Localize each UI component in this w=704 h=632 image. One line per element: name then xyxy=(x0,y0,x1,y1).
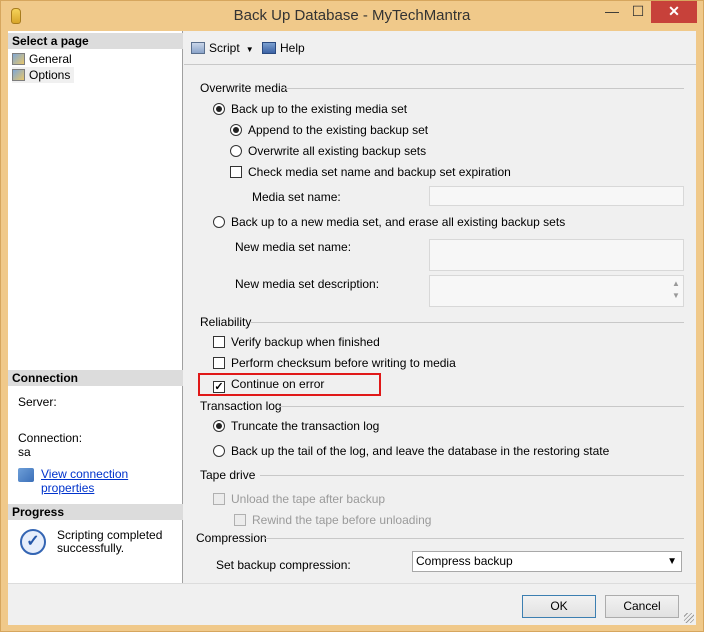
radio-label: Overwrite all existing backup sets xyxy=(248,144,427,158)
divider xyxy=(250,322,684,323)
new-media-set-name-input[interactable] xyxy=(429,239,684,271)
server-label: Server: xyxy=(18,395,57,409)
checkbox-label: Perform checksum before writing to media xyxy=(231,356,456,370)
progress-header: Progress xyxy=(8,504,183,520)
checkbox-label: Rewind the tape before unloading xyxy=(252,513,432,527)
page-options[interactable]: Options xyxy=(12,67,74,83)
dialog-client: Select a page General Options Connection… xyxy=(8,31,696,625)
radio-truncate-log[interactable]: Truncate the transaction log xyxy=(213,418,379,434)
checkbox[interactable] xyxy=(213,336,225,348)
radio-backup-tail-of-log[interactable]: Back up the tail of the log, and leave t… xyxy=(213,443,609,459)
checkbox-rewind-tape: Rewind the tape before unloading xyxy=(234,512,431,528)
reliability-label: Reliability xyxy=(200,315,252,329)
radio-button[interactable] xyxy=(213,420,225,432)
radio-label: Append to the existing backup set xyxy=(248,123,429,137)
checkbox xyxy=(234,514,246,526)
radio-label: Back up to the existing media set xyxy=(231,102,408,116)
radio-overwrite-all[interactable]: Overwrite all existing backup sets xyxy=(230,143,426,159)
checkbox-label: Verify backup when finished xyxy=(231,335,380,349)
new-media-set-name-label: New media set name: xyxy=(235,240,352,254)
new-media-set-description-label: New media set description: xyxy=(235,277,380,291)
script-icon xyxy=(191,42,205,54)
divider xyxy=(279,406,684,407)
radio-label: Truncate the transaction log xyxy=(231,419,380,433)
page-options-label: Options xyxy=(29,68,71,82)
radio-label: Back up the tail of the log, and leave t… xyxy=(231,444,610,458)
radio-new-media-set[interactable]: Back up to a new media set, and erase al… xyxy=(213,214,565,230)
resize-grip[interactable] xyxy=(684,613,694,623)
maximize-button[interactable]: ☐ xyxy=(625,1,651,23)
help-icon xyxy=(262,42,276,54)
page-general-label: General xyxy=(29,52,72,66)
toolbar: Script ▼ Help xyxy=(184,31,696,65)
backup-compression-value: Compress backup xyxy=(416,554,513,568)
highlight-box xyxy=(198,373,381,396)
connection-header: Connection xyxy=(8,370,183,386)
connection-value: sa xyxy=(18,445,31,459)
page-general[interactable]: General xyxy=(12,51,72,67)
checkbox-label: Check media set name and backup set expi… xyxy=(248,165,511,179)
chevron-down-icon[interactable]: ▼ xyxy=(246,45,254,54)
chevron-down-icon[interactable]: ▼ xyxy=(667,552,677,571)
divider xyxy=(260,475,684,476)
sidebar: Select a page General Options Connection… xyxy=(8,31,183,583)
radio-button[interactable] xyxy=(230,124,242,136)
checkbox[interactable] xyxy=(213,357,225,369)
page-icon xyxy=(12,53,25,65)
options-panel: Script ▼ Help Overwrite media Back up to … xyxy=(184,31,696,583)
scrollbar[interactable]: ▲ ▼ xyxy=(671,278,681,302)
compression-label: Compression xyxy=(196,531,267,545)
radio-button[interactable] xyxy=(213,103,225,115)
checkmark-circle-icon: ✓ xyxy=(20,529,46,555)
connection-label: Connection: xyxy=(18,431,83,445)
checkbox[interactable] xyxy=(230,166,242,178)
backup-compression-select[interactable]: Compress backup ▼ xyxy=(412,551,682,572)
tape-drive-label: Tape drive xyxy=(200,468,256,482)
checkbox-unload-tape: Unload the tape after backup xyxy=(213,491,385,507)
view-connection-properties-link[interactable]: View connection properties xyxy=(41,467,182,495)
connection-properties-icon xyxy=(18,468,34,482)
checkbox-label: Unload the tape after backup xyxy=(231,492,386,506)
media-set-name-input[interactable] xyxy=(429,186,684,206)
radio-append-backup-set[interactable]: Append to the existing backup set xyxy=(230,122,428,138)
overwrite-media-label: Overwrite media xyxy=(200,81,288,95)
checkbox-perform-checksum[interactable]: Perform checksum before writing to media xyxy=(213,355,456,371)
radio-label: Back up to a new media set, and erase al… xyxy=(231,215,566,229)
title-bar: Back Up Database - MyTechMantra — ☐ ✕ xyxy=(1,1,703,31)
dialog-footer: OK Cancel xyxy=(8,583,696,625)
divider xyxy=(284,88,684,89)
select-page-header: Select a page xyxy=(8,33,183,49)
page-icon xyxy=(12,69,25,81)
radio-button[interactable] xyxy=(213,445,225,457)
ok-button[interactable]: OK xyxy=(522,595,596,618)
radio-button[interactable] xyxy=(230,145,242,157)
cancel-button[interactable]: Cancel xyxy=(605,595,679,618)
checkbox-verify-backup[interactable]: Verify backup when finished xyxy=(213,334,380,350)
transaction-log-label: Transaction log xyxy=(200,399,282,413)
script-label: Script xyxy=(209,41,240,55)
progress-status: Scripting completed successfully. xyxy=(57,528,163,555)
close-button[interactable]: ✕ xyxy=(651,1,697,23)
checkbox-check-expiration[interactable]: Check media set name and backup set expi… xyxy=(230,164,511,180)
help-label: Help xyxy=(280,41,305,55)
radio-existing-media-set[interactable]: Back up to the existing media set xyxy=(213,101,407,117)
window-title: Back Up Database - MyTechMantra xyxy=(233,7,471,24)
minimize-button[interactable]: — xyxy=(599,1,625,23)
media-set-name-label: Media set name: xyxy=(252,190,341,204)
divider xyxy=(264,538,684,539)
script-button[interactable]: Script ▼ xyxy=(191,41,254,55)
dialog-window: Back Up Database - MyTechMantra — ☐ ✕ Se… xyxy=(0,0,704,632)
radio-button[interactable] xyxy=(213,216,225,228)
new-media-set-description-input[interactable]: ▲ ▼ xyxy=(429,275,684,307)
set-backup-compression-label: Set backup compression: xyxy=(216,558,351,572)
help-button[interactable]: Help xyxy=(262,41,305,55)
checkbox xyxy=(213,493,225,505)
